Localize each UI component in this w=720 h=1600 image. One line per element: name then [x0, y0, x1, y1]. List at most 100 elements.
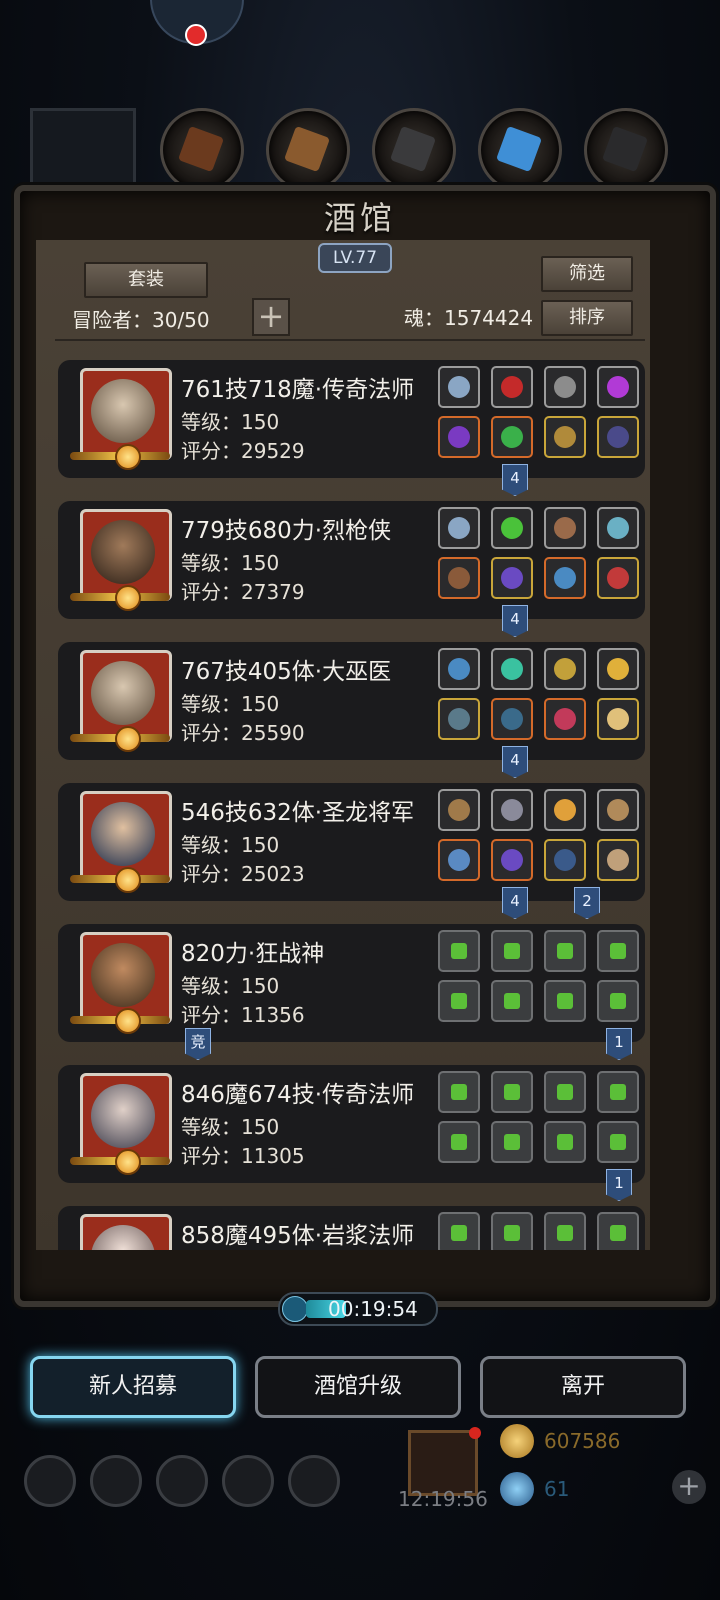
iron-resource-icon[interactable] — [372, 108, 456, 192]
hero-portrait — [80, 1214, 172, 1250]
empty-potion-slot-icon[interactable] — [491, 1071, 533, 1113]
orb-equip-icon[interactable] — [491, 648, 533, 690]
tavern-level-badge: LV.77 — [318, 243, 392, 273]
hero-card[interactable]: 546技632体·圣龙将军 等级：150 评分：25023 — [58, 783, 645, 901]
gun-equip-icon[interactable] — [544, 507, 586, 549]
potion-equip-icon[interactable] — [491, 507, 533, 549]
menu-icon[interactable] — [90, 1455, 142, 1507]
helmet-equip-icon[interactable] — [438, 366, 480, 408]
lantern-equip-icon[interactable] — [544, 789, 586, 831]
necklace-equip-icon[interactable] — [597, 839, 639, 881]
crystal-resource-icon[interactable] — [478, 108, 562, 192]
hero-score: 评分：27379 — [181, 580, 305, 604]
fruit-equip-icon[interactable] — [597, 648, 639, 690]
amulet-equip-icon[interactable] — [491, 366, 533, 408]
belt-equip-icon[interactable] — [438, 789, 480, 831]
clock-icon — [282, 1296, 308, 1322]
empty-weapon-slot-icon[interactable] — [597, 1212, 639, 1250]
leave-button[interactable]: 离开 — [480, 1356, 686, 1418]
hero-score: 评分：29529 — [181, 439, 305, 463]
empty-weapon-slot-icon[interactable] — [597, 1071, 639, 1113]
hero-card[interactable]: 846魔674技·传奇法师 等级：150 评分：11305 — [58, 1065, 645, 1183]
armor-equip-icon[interactable] — [491, 416, 533, 458]
empty-ring-slot-icon[interactable] — [544, 980, 586, 1022]
empty-armor-slot-icon[interactable] — [491, 980, 533, 1022]
hero-score: 评分：11305 — [181, 1144, 305, 1168]
empty-weapon-slot-icon[interactable] — [544, 1071, 586, 1113]
gold-coin-icon — [500, 1424, 534, 1458]
wand-equip-icon[interactable] — [544, 366, 586, 408]
rank-emblem-icon — [70, 867, 180, 893]
boots-equip-icon[interactable] — [597, 416, 639, 458]
hero-score: 评分：25023 — [181, 862, 305, 886]
set-button[interactable]: 套装 — [84, 262, 208, 298]
leather-resource-icon[interactable] — [160, 108, 244, 192]
empty-potion-slot-icon[interactable] — [491, 930, 533, 972]
staff-equip-icon[interactable] — [438, 698, 480, 740]
refresh-timer: 00:19:54 — [278, 1292, 438, 1326]
empty-armor-slot-icon[interactable] — [491, 1121, 533, 1163]
hero-level: 等级：150 — [181, 692, 280, 716]
adventurer-count: 冒险者：30/50 — [72, 308, 210, 332]
empty-weapon-slot-icon[interactable] — [544, 1212, 586, 1250]
hero-level: 等级：150 — [181, 833, 280, 857]
dagger-equip-icon[interactable] — [597, 507, 639, 549]
gem-equip-icon[interactable] — [597, 366, 639, 408]
empty-weapon-slot-icon[interactable] — [438, 1121, 480, 1163]
set-count-badge: 4 — [502, 887, 528, 919]
empty-ring-slot-icon[interactable] — [544, 1121, 586, 1163]
ring-equip-icon[interactable] — [544, 416, 586, 458]
hero-name: 546技632体·圣龙将军 — [181, 800, 415, 826]
tavern-upgrade-button[interactable]: 酒馆升级 — [255, 1356, 461, 1418]
wood-resource-icon[interactable] — [266, 108, 350, 192]
add-adventurer-slot-button[interactable]: + — [252, 298, 290, 336]
spear-equip-icon[interactable] — [438, 839, 480, 881]
empty-helmet-slot-icon[interactable] — [438, 1212, 480, 1250]
staff-equip-icon[interactable] — [438, 416, 480, 458]
empty-ring-slot-icon[interactable] — [597, 1121, 639, 1163]
rifle-equip-icon[interactable] — [438, 557, 480, 599]
hero-card[interactable]: 767技405体·大巫医 等级：150 评分：25590 — [58, 642, 645, 760]
hero-card[interactable]: 761技718魔·传奇法师 等级：150 评分：29529 — [58, 360, 645, 478]
stone-resource-icon[interactable] — [584, 108, 668, 192]
add-gems-button[interactable]: + — [672, 1470, 706, 1504]
set-count-badge: 2 — [574, 887, 600, 919]
armor-equip-icon[interactable] — [491, 698, 533, 740]
armor-equip-icon[interactable] — [491, 839, 533, 881]
empty-helmet-slot-icon[interactable] — [438, 930, 480, 972]
sort-button[interactable]: 排序 — [541, 300, 633, 336]
recruit-button[interactable]: 新人招募 — [30, 1356, 236, 1418]
set-count-badge: 4 — [502, 464, 528, 496]
empty-weapon-slot-icon[interactable] — [544, 930, 586, 972]
helmet-equip-icon[interactable] — [438, 648, 480, 690]
hero-level: 等级：150 — [181, 551, 280, 575]
potion-equip-icon[interactable] — [544, 698, 586, 740]
hero-name: 761技718魔·传奇法师 — [181, 377, 415, 403]
horn-equip-icon[interactable] — [597, 789, 639, 831]
boots-equip-icon[interactable] — [491, 789, 533, 831]
gold-amount: 607586 — [544, 1429, 621, 1453]
empty-helmet-slot-icon[interactable] — [438, 1071, 480, 1113]
notification-dot — [469, 1427, 481, 1439]
lantern-equip-icon[interactable] — [544, 648, 586, 690]
amulet-equip-icon[interactable] — [597, 698, 639, 740]
notification-dot — [185, 24, 207, 46]
pendant-equip-icon[interactable] — [544, 839, 586, 881]
empty-potion-slot-icon[interactable] — [491, 1212, 533, 1250]
menu-icon[interactable] — [156, 1455, 208, 1507]
menu-icon[interactable] — [288, 1455, 340, 1507]
necklace-equip-icon[interactable] — [597, 557, 639, 599]
hero-list[interactable]: 761技718魔·传奇法师 等级：150 评分：29529 4 779技680力… — [55, 338, 645, 1250]
hero-card[interactable]: 779技680力·烈枪侠 等级：150 评分：27379 — [58, 501, 645, 619]
empty-weapon-slot-icon[interactable] — [597, 930, 639, 972]
menu-icon[interactable] — [24, 1455, 76, 1507]
armor-equip-icon[interactable] — [491, 557, 533, 599]
empty-ring-slot-icon[interactable] — [597, 980, 639, 1022]
filter-button[interactable]: 筛选 — [541, 256, 633, 292]
hero-card[interactable]: 858魔495体·岩浆法师 — [58, 1206, 645, 1250]
hero-card[interactable]: 820力·狂战神 等级：150 评分：11356 — [58, 924, 645, 1042]
empty-weapon-slot-icon[interactable] — [438, 980, 480, 1022]
helmet-equip-icon[interactable] — [438, 507, 480, 549]
gauntlet-equip-icon[interactable] — [544, 557, 586, 599]
mail-icon[interactable] — [222, 1455, 274, 1507]
